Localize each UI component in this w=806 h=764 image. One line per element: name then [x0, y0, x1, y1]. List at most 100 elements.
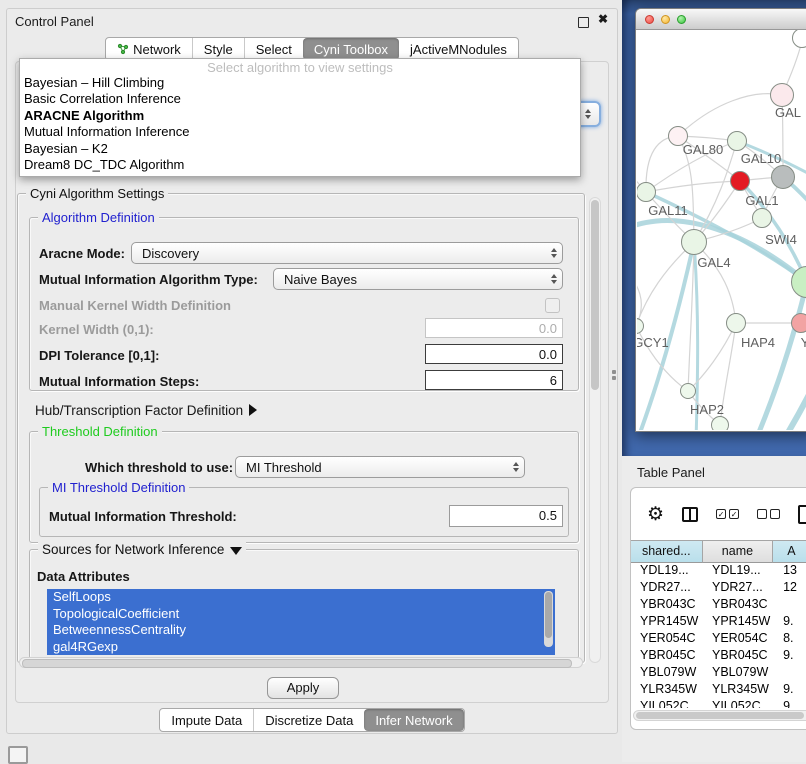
dropdown-placeholder: Select algorithm to view settings: [20, 59, 580, 75]
table-cell: [774, 665, 806, 682]
tab-label: Network: [133, 42, 181, 57]
table-body: YDL19...YDL19...13YDR27...YDR27...12YBR0…: [631, 563, 806, 708]
graph-nodes: GALGAL80GAL10GAL1GAL11SWI4GAL4GCY1HAP4YH…: [637, 30, 806, 430]
close-window-button[interactable]: [645, 15, 654, 24]
node-swi4[interactable]: [752, 208, 772, 228]
dpi-tolerance-field[interactable]: 0.0: [425, 344, 563, 364]
attribute-item-selfloops[interactable]: SelfLoops: [47, 589, 555, 606]
settings-horizontal-scrollbar[interactable]: [19, 657, 583, 668]
table-cell: YDR27...: [703, 580, 774, 597]
table-row[interactable]: YPR145WYPR145W9.: [631, 614, 806, 631]
table-horizontal-scrollbar[interactable]: [633, 710, 806, 721]
combo-arrows-icon: [546, 248, 562, 258]
node-label-hap4: HAP4: [741, 335, 775, 350]
mi-steps-field[interactable]: 6: [425, 370, 563, 390]
node-gcy1[interactable]: [637, 318, 644, 334]
node-gal4[interactable]: [681, 229, 707, 255]
select-all-icon[interactable]: ✓✓: [716, 509, 739, 519]
attribute-item-topologicalcoefficient[interactable]: TopologicalCoefficient: [47, 606, 555, 623]
tab-cyni-toolbox[interactable]: Cyni Toolbox: [303, 38, 399, 60]
tab-discretize-data[interactable]: Discretize Data: [253, 709, 364, 731]
collapsed-panel-icon[interactable]: [8, 746, 28, 764]
document-icon[interactable]: [798, 505, 806, 524]
sources-title[interactable]: Sources for Network Inference: [38, 542, 246, 557]
table-row[interactable]: YBR043CYBR043C: [631, 597, 806, 614]
node-hap2[interactable]: [680, 383, 696, 399]
hub-definition-section[interactable]: Hub/Transcription Factor Definition: [35, 403, 257, 418]
tab-label: Style: [204, 42, 233, 57]
tab-label: Infer Network: [375, 713, 452, 728]
apply-button[interactable]: Apply: [267, 677, 339, 699]
split-columns-icon[interactable]: [682, 507, 698, 522]
which-threshold-label: Which threshold to use:: [85, 460, 233, 475]
deselect-all-icon[interactable]: [757, 509, 780, 519]
manual-kernel-width-checkbox[interactable]: [545, 298, 560, 313]
tab-impute-data[interactable]: Impute Data: [160, 709, 253, 731]
table-row[interactable]: YIL052CYIL052C9: [631, 699, 806, 708]
table-cell: YBL079W: [703, 665, 774, 682]
node-bottom[interactable]: [711, 416, 729, 430]
mi-threshold-field[interactable]: 0.5: [449, 505, 563, 527]
table-row[interactable]: YBL079WYBL079W: [631, 665, 806, 682]
close-panel-icon[interactable]: ✖: [598, 12, 608, 26]
dropdown-item-bayesian-hill-climbing[interactable]: Bayesian – Hill Climbing: [20, 75, 580, 91]
node-hap4[interactable]: [726, 313, 746, 333]
node-big-green[interactable]: [791, 266, 806, 298]
tab-network[interactable]: Network: [106, 38, 192, 60]
tab-select[interactable]: Select: [244, 38, 303, 60]
tab-label: jActiveMNodules: [410, 42, 507, 57]
minimize-window-button[interactable]: [661, 15, 670, 24]
table-cell: YIL052C: [703, 699, 774, 708]
mi-algorithm-type-combobox[interactable]: Naive Bayes: [273, 268, 563, 290]
settings-vertical-scrollbar[interactable]: [589, 197, 601, 663]
table-row[interactable]: YER054CYER054C8.: [631, 631, 806, 648]
dropdown-item-basic-correlation-inference[interactable]: Basic Correlation Inference: [20, 91, 580, 107]
float-window-icon[interactable]: [578, 17, 589, 28]
splitter-grip[interactable]: [611, 367, 617, 383]
attributes-scrollbar[interactable]: [544, 591, 553, 647]
zoom-window-button[interactable]: [677, 15, 686, 24]
table-cell: YBR045C: [631, 648, 703, 665]
cyni-algorithm-settings-title: Cyni Algorithm Settings: [26, 186, 168, 201]
which-threshold-combobox[interactable]: MI Threshold: [235, 456, 525, 478]
node-gal11[interactable]: [637, 182, 656, 202]
table-row[interactable]: YBR045CYBR045C9.: [631, 648, 806, 665]
attribute-item-gal4rgexp[interactable]: gal4RGexp: [47, 639, 555, 656]
dropdown-item-mutual-information-inference[interactable]: Mutual Information Inference: [20, 124, 580, 140]
table-cell: [774, 597, 806, 614]
table-cell: 8.: [774, 631, 806, 648]
node-gal-pink[interactable]: [770, 83, 794, 107]
dropdown-item-aracne-algorithm[interactable]: ARACNE Algorithm: [20, 108, 580, 124]
data-attributes-list[interactable]: SelfLoopsTopologicalCoefficientBetweenne…: [47, 589, 555, 655]
column-header-name[interactable]: name: [703, 540, 774, 563]
tab-jactivemnodules[interactable]: jActiveMNodules: [399, 38, 518, 60]
network-graph-view[interactable]: GALGAL80GAL10GAL1GAL11SWI4GAL4GCY1HAP4YH…: [637, 30, 806, 430]
kernel-width-label: Kernel Width (0,1):: [39, 322, 154, 337]
node-label-gal: GAL: [775, 105, 801, 120]
column-header-shared[interactable]: shared...: [631, 540, 703, 563]
node-red[interactable]: [730, 171, 750, 191]
tab-style[interactable]: Style: [192, 38, 244, 60]
mi-threshold-label: Mutual Information Threshold:: [49, 509, 237, 524]
node-gray[interactable]: [771, 165, 795, 189]
aracne-mode-label: Aracne Mode:: [39, 246, 125, 261]
sources-title-label: Sources for Network Inference: [42, 542, 224, 557]
aracne-mode-combobox[interactable]: Discovery: [131, 242, 563, 264]
dropdown-item-bayesian-k2[interactable]: Bayesian – K2: [20, 141, 580, 157]
node-gal10[interactable]: [727, 131, 747, 151]
node-partial-top[interactable]: [792, 30, 806, 48]
node-salmon[interactable]: [791, 313, 806, 333]
attribute-item-betweennesscentrality[interactable]: BetweennessCentrality: [47, 622, 555, 639]
network-view-window[interactable]: GALGAL80GAL10GAL1GAL11SWI4GAL4GCY1HAP4YH…: [635, 8, 806, 432]
node-label-gal80: GAL80: [683, 142, 723, 157]
dropdown-item-dream8-dc-tdc-algorithm[interactable]: Dream8 DC_TDC Algorithm: [20, 157, 580, 173]
kernel-width-field[interactable]: 0.0: [425, 318, 563, 338]
table-row[interactable]: YDR27...YDR27...12: [631, 580, 806, 597]
table-row[interactable]: YDL19...YDL19...13: [631, 563, 806, 580]
column-header-a[interactable]: A: [773, 540, 806, 563]
network-window-titlebar[interactable]: [636, 9, 806, 30]
table-row[interactable]: YLR345WYLR345W9.: [631, 682, 806, 699]
tab-infer-network[interactable]: Infer Network: [364, 709, 463, 731]
settings-gear-icon[interactable]: ⚙: [647, 505, 664, 524]
table-header: shared...nameA: [631, 540, 806, 563]
